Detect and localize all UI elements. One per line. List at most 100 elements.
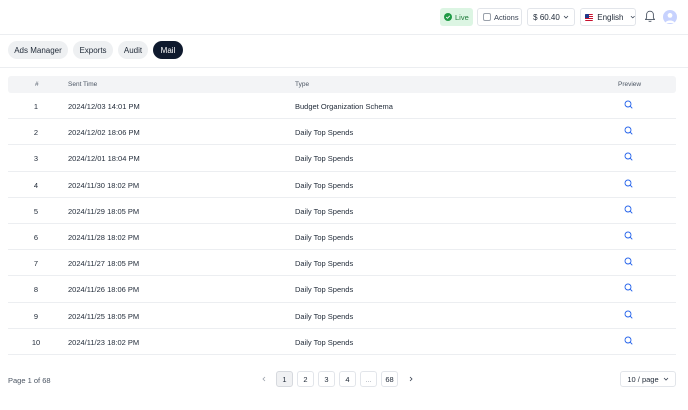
tab-bar: Ads Manager Exports Audit Mail — [8, 41, 183, 59]
search-icon — [624, 231, 633, 240]
search-icon — [624, 283, 633, 292]
column-header-number: # — [35, 81, 39, 88]
chevron-down-icon — [563, 15, 569, 19]
row-type: Daily Top Spends — [295, 337, 354, 347]
mail-table: # Sent Time Type Preview 1 2024/12/03 14:… — [8, 76, 676, 355]
preview-button[interactable] — [624, 310, 633, 319]
tab-mail[interactable]: Mail — [153, 41, 183, 59]
chevron-down-icon — [630, 15, 635, 19]
search-icon — [624, 310, 633, 318]
row-number: 9 — [33, 311, 39, 321]
row-number: 7 — [33, 259, 39, 269]
row-sent-time: 2024/11/30 18:02 PM — [68, 180, 140, 190]
page-button-2[interactable]: 2 — [297, 371, 314, 387]
search-icon — [624, 152, 633, 161]
row-sent-time: 2024/11/23 18:02 PM — [68, 337, 140, 347]
balance-value: $ 60.40 — [533, 12, 560, 22]
search-icon — [624, 179, 633, 188]
chevron-left-icon — [261, 376, 265, 382]
preview-button[interactable] — [624, 205, 633, 214]
row-type: Daily Top Spends — [295, 259, 354, 269]
row-type: Daily Top Spends — [295, 285, 354, 295]
table-row: 5 2024/11/29 18:05 PM Daily Top Spends — [8, 198, 676, 224]
row-number: 3 — [33, 154, 39, 164]
preview-button[interactable] — [624, 283, 633, 292]
balance-dropdown[interactable]: $ 60.40 — [527, 8, 575, 26]
column-header-type: Type — [295, 81, 310, 88]
checkbox-icon — [483, 13, 491, 21]
row-sent-time: 2024/11/28 18:02 PM — [68, 232, 140, 242]
language-label: English — [597, 12, 624, 22]
row-type: Daily Top Spends — [295, 180, 354, 190]
live-status-badge[interactable]: Live — [440, 8, 473, 26]
row-sent-time: 2024/12/03 14:01 PM — [68, 102, 140, 111]
page-button-68[interactable]: 68 — [381, 371, 398, 387]
tab-audit[interactable]: Audit — [118, 41, 148, 59]
divider — [0, 67, 688, 68]
table-row: 10 2024/11/23 18:02 PM Daily Top Spends — [8, 329, 676, 355]
page-button-1[interactable]: 1 — [276, 371, 293, 387]
table-row: 3 2024/12/01 18:04 PM Daily Top Spends — [8, 145, 676, 172]
row-number: 1 — [33, 102, 39, 111]
row-sent-time: 2024/11/25 18:05 PM — [68, 311, 140, 321]
table-row: 4 2024/11/30 18:02 PM Daily Top Spends — [8, 172, 676, 198]
preview-button[interactable] — [624, 257, 633, 266]
page-button-4[interactable]: 4 — [339, 371, 356, 387]
table-row: 6 2024/11/28 18:02 PM Daily Top Spends — [8, 224, 676, 251]
column-header-preview: Preview — [618, 81, 642, 88]
pagination: 1 2 3 4 ... 68 — [255, 371, 419, 387]
column-header-sent-time: Sent Time — [68, 81, 98, 88]
us-flag-icon — [585, 13, 594, 21]
avatar-icon — [665, 13, 675, 23]
row-number: 6 — [33, 232, 39, 242]
page-size-label: 10 / page — [627, 374, 659, 384]
page-ellipsis[interactable]: ... — [360, 371, 377, 387]
actions-label: Actions — [494, 12, 519, 22]
page-button-3[interactable]: 3 — [318, 371, 335, 387]
row-number: 8 — [33, 285, 39, 295]
actions-button[interactable]: Actions — [477, 8, 522, 26]
avatar[interactable] — [663, 10, 677, 24]
tab-exports[interactable]: Exports — [73, 41, 113, 59]
next-page-button[interactable] — [402, 371, 419, 387]
table-row: 2 2024/12/02 18:06 PM Daily Top Spends — [8, 119, 676, 146]
chevron-right-icon — [409, 376, 413, 382]
row-number: 2 — [33, 128, 39, 138]
page-size-select[interactable]: 10 / page — [620, 371, 676, 387]
row-sent-time: 2024/11/26 18:06 PM — [68, 285, 140, 295]
preview-button[interactable] — [624, 179, 633, 188]
row-sent-time: 2024/12/02 18:06 PM — [68, 128, 140, 138]
row-type: Daily Top Spends — [295, 206, 354, 216]
search-icon — [624, 100, 633, 109]
table-body: 1 2024/12/03 14:01 PM Budget Organization … — [8, 93, 676, 355]
preview-button[interactable] — [624, 126, 633, 135]
row-sent-time: 2024/12/01 18:04 PM — [68, 154, 140, 164]
tab-ads-manager[interactable]: Ads Manager — [8, 41, 68, 59]
table-row: 7 2024/11/27 18:05 PM Daily Top Spends — [8, 250, 676, 277]
row-type: Daily Top Spends — [295, 311, 354, 321]
preview-button[interactable] — [624, 100, 633, 109]
row-sent-time: 2024/11/29 18:05 PM — [68, 206, 140, 216]
table-row: 1 2024/12/03 14:01 PM Budget Organization … — [8, 93, 676, 120]
prev-page-button[interactable] — [255, 371, 272, 387]
search-icon — [624, 336, 633, 345]
preview-button[interactable] — [624, 152, 633, 161]
row-sent-time: 2024/11/27 18:05 PM — [68, 259, 140, 269]
row-type: Daily Top Spends — [295, 232, 354, 242]
language-dropdown[interactable]: English — [580, 8, 636, 26]
page-info: Page 1 of 68 — [8, 376, 51, 385]
search-icon — [624, 126, 633, 135]
row-number: 4 — [33, 180, 39, 190]
table-header: # Sent Time Type Preview — [8, 76, 676, 93]
search-icon — [624, 257, 633, 266]
bell-icon[interactable] — [644, 10, 656, 23]
live-label: Live — [455, 12, 469, 22]
row-type: Budget Organization Schema — [295, 102, 393, 111]
preview-button[interactable] — [624, 336, 633, 345]
row-type: Daily Top Spends — [295, 154, 354, 164]
search-icon — [624, 205, 633, 214]
preview-button[interactable] — [624, 231, 633, 240]
chevron-down-icon — [663, 377, 668, 381]
check-circle-icon — [444, 13, 452, 21]
table-row: 8 2024/11/26 18:06 PM Daily Top Spends — [8, 276, 676, 303]
